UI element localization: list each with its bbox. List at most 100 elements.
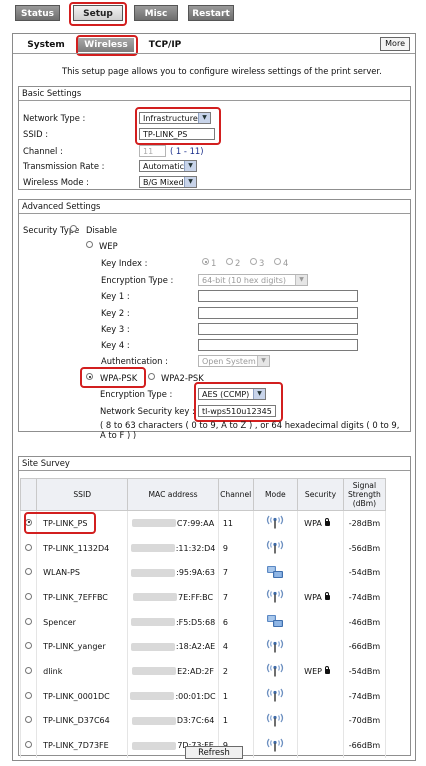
network-select-radio[interactable] xyxy=(25,642,33,650)
more-button[interactable]: More xyxy=(380,37,410,51)
key2-input[interactable] xyxy=(198,307,358,319)
redacted-mac-block xyxy=(131,519,176,528)
wpa-psk-highlight xyxy=(80,367,146,388)
table-row[interactable]: TP-LINK_0001DC:00:01:DC 1 -74dBm xyxy=(19,683,387,709)
key-index-3-radio[interactable] xyxy=(250,258,257,265)
channel-cell: 1 xyxy=(217,708,254,734)
mac-cell: :95:9A:63 xyxy=(127,560,219,586)
table-row[interactable]: dlink E2:AD:2F 2 WEP -54dBm xyxy=(19,659,387,684)
key-format-hint: ( 8 to 63 characters ( 0 to 9, A to Z ) … xyxy=(100,420,400,440)
table-row[interactable]: TP-LINK_1132D4:11:32:D4 9 -56dBm xyxy=(19,535,387,561)
network-security-key-label: Network Security key : xyxy=(100,406,195,416)
redacted-mac-block xyxy=(131,568,176,577)
network-select-radio[interactable] xyxy=(25,592,33,600)
key4-label: Key 4 : xyxy=(101,340,130,350)
network-select-radio[interactable] xyxy=(25,617,33,625)
wep-encryption-select[interactable]: 64-bit (10 hex digits) ▼ xyxy=(198,274,308,286)
security-cell: WEP xyxy=(297,659,344,684)
channel-range: ( 1 - 11) xyxy=(170,146,204,156)
mac-column-header: MAC address xyxy=(127,478,219,511)
channel-input[interactable]: 11 xyxy=(139,145,166,157)
authentication-label: Authentication : xyxy=(101,356,168,366)
signal-cell: -66dBm xyxy=(342,634,387,660)
subtab-tcpip[interactable]: TCP/IP xyxy=(145,38,185,52)
lock-icon xyxy=(324,591,330,600)
security-cell xyxy=(297,609,344,635)
redacted-mac-block xyxy=(130,544,175,553)
ssid-cell: TP-LINK_7D73FE xyxy=(36,733,129,758)
infrastructure-icon xyxy=(266,590,284,606)
table-row[interactable]: TP-LINK_yanger:18:A2:AE 4 -66dBm xyxy=(19,634,387,660)
mode-cell xyxy=(252,634,299,660)
channel-cell: 11 xyxy=(217,510,254,536)
network-select-radio[interactable] xyxy=(25,691,33,699)
security-disable-radio[interactable] xyxy=(70,225,77,232)
subtab-system[interactable]: System xyxy=(23,38,69,52)
key-index-2-radio[interactable] xyxy=(226,258,233,265)
tab-status[interactable]: Status xyxy=(15,5,60,21)
key4-input[interactable] xyxy=(198,339,358,351)
network-select-radio[interactable] xyxy=(25,543,33,551)
signal-column-header: Signal Strength (dBm) xyxy=(342,478,387,511)
redacted-mac-block xyxy=(132,667,177,676)
security-column-header: Security xyxy=(297,478,344,511)
network-select-radio[interactable] xyxy=(25,666,33,674)
mac-cell: C7:99:AA xyxy=(127,510,219,536)
redacted-mac-block xyxy=(130,692,175,701)
row-select-cell[interactable] xyxy=(19,634,38,660)
row-select-cell[interactable] xyxy=(19,609,38,635)
transmission-rate-label: Transmission Rate : xyxy=(23,161,105,171)
table-row[interactable]: TP-LINK_D37C64 D3:7C:64 1 -70dBm xyxy=(19,708,387,734)
wpa2-psk-radio[interactable] xyxy=(148,373,155,380)
tab-divider xyxy=(13,53,415,54)
table-row[interactable]: WLAN-PS:95:9A:63 7 -54dBm xyxy=(19,560,387,586)
row-select-cell[interactable] xyxy=(19,560,38,586)
key3-input[interactable] xyxy=(198,323,358,335)
wpa-settings-highlight xyxy=(194,382,283,422)
key1-input[interactable] xyxy=(198,290,358,302)
authentication-select[interactable]: Open System ▼ xyxy=(198,355,270,367)
network-select-radio[interactable] xyxy=(25,741,33,749)
row-select-cell[interactable] xyxy=(19,585,38,610)
key-index-4-radio[interactable] xyxy=(274,258,281,265)
redacted-mac-block xyxy=(130,642,175,651)
key-index-1-radio[interactable] xyxy=(202,258,209,265)
mode-cell xyxy=(252,560,299,586)
tab-restart[interactable]: Restart xyxy=(188,5,234,21)
mode-cell xyxy=(252,683,299,709)
wireless-mode-select[interactable]: B/G Mixed ▼ xyxy=(139,176,197,188)
refresh-button[interactable]: Refresh xyxy=(185,746,243,759)
row-select-cell[interactable] xyxy=(19,659,38,684)
key2-label: Key 2 : xyxy=(101,308,130,318)
row-select-cell[interactable] xyxy=(19,535,38,561)
ssid-cell: WLAN-PS xyxy=(36,560,129,586)
select-column-header xyxy=(19,478,38,511)
row-select-cell[interactable] xyxy=(19,733,38,758)
network-select-radio[interactable] xyxy=(25,568,33,576)
channel-cell: 7 xyxy=(217,560,254,586)
redacted-mac-block xyxy=(133,593,178,602)
security-cell xyxy=(297,708,344,734)
infrastructure-icon xyxy=(266,713,284,730)
chevron-down-icon: ▼ xyxy=(257,356,269,366)
mac-cell: :11:32:D4 xyxy=(127,535,219,561)
row-select-cell[interactable] xyxy=(19,708,38,734)
row-select-cell[interactable] xyxy=(19,683,38,709)
mac-cell: D3:7C:64 xyxy=(127,708,219,734)
network-type-label: Network Type : xyxy=(23,113,86,123)
security-wep-radio[interactable] xyxy=(86,241,93,248)
tab-misc[interactable]: Misc xyxy=(134,5,178,21)
security-cell xyxy=(297,535,344,561)
infrastructure-icon xyxy=(266,664,284,680)
network-select-radio[interactable] xyxy=(25,716,33,724)
channel-cell: 1 xyxy=(217,683,254,709)
chevron-down-icon: ▼ xyxy=(184,177,196,187)
security-cell: WPA xyxy=(297,585,344,610)
basic-settings-title: Basic Settings xyxy=(19,87,410,101)
transmission-rate-select[interactable]: Automatic ▼ xyxy=(139,160,197,172)
table-row[interactable]: Spencer:F5:D5:68 6 -46dBm xyxy=(19,609,387,635)
table-row[interactable]: TP-LINK_7EFFBC 7E:FF:BC 7 WPA -74dBm xyxy=(19,585,387,610)
security-wep-label: WEP xyxy=(99,241,118,251)
mac-cell: E2:AD:2F xyxy=(127,659,219,684)
security-cell xyxy=(297,733,344,758)
